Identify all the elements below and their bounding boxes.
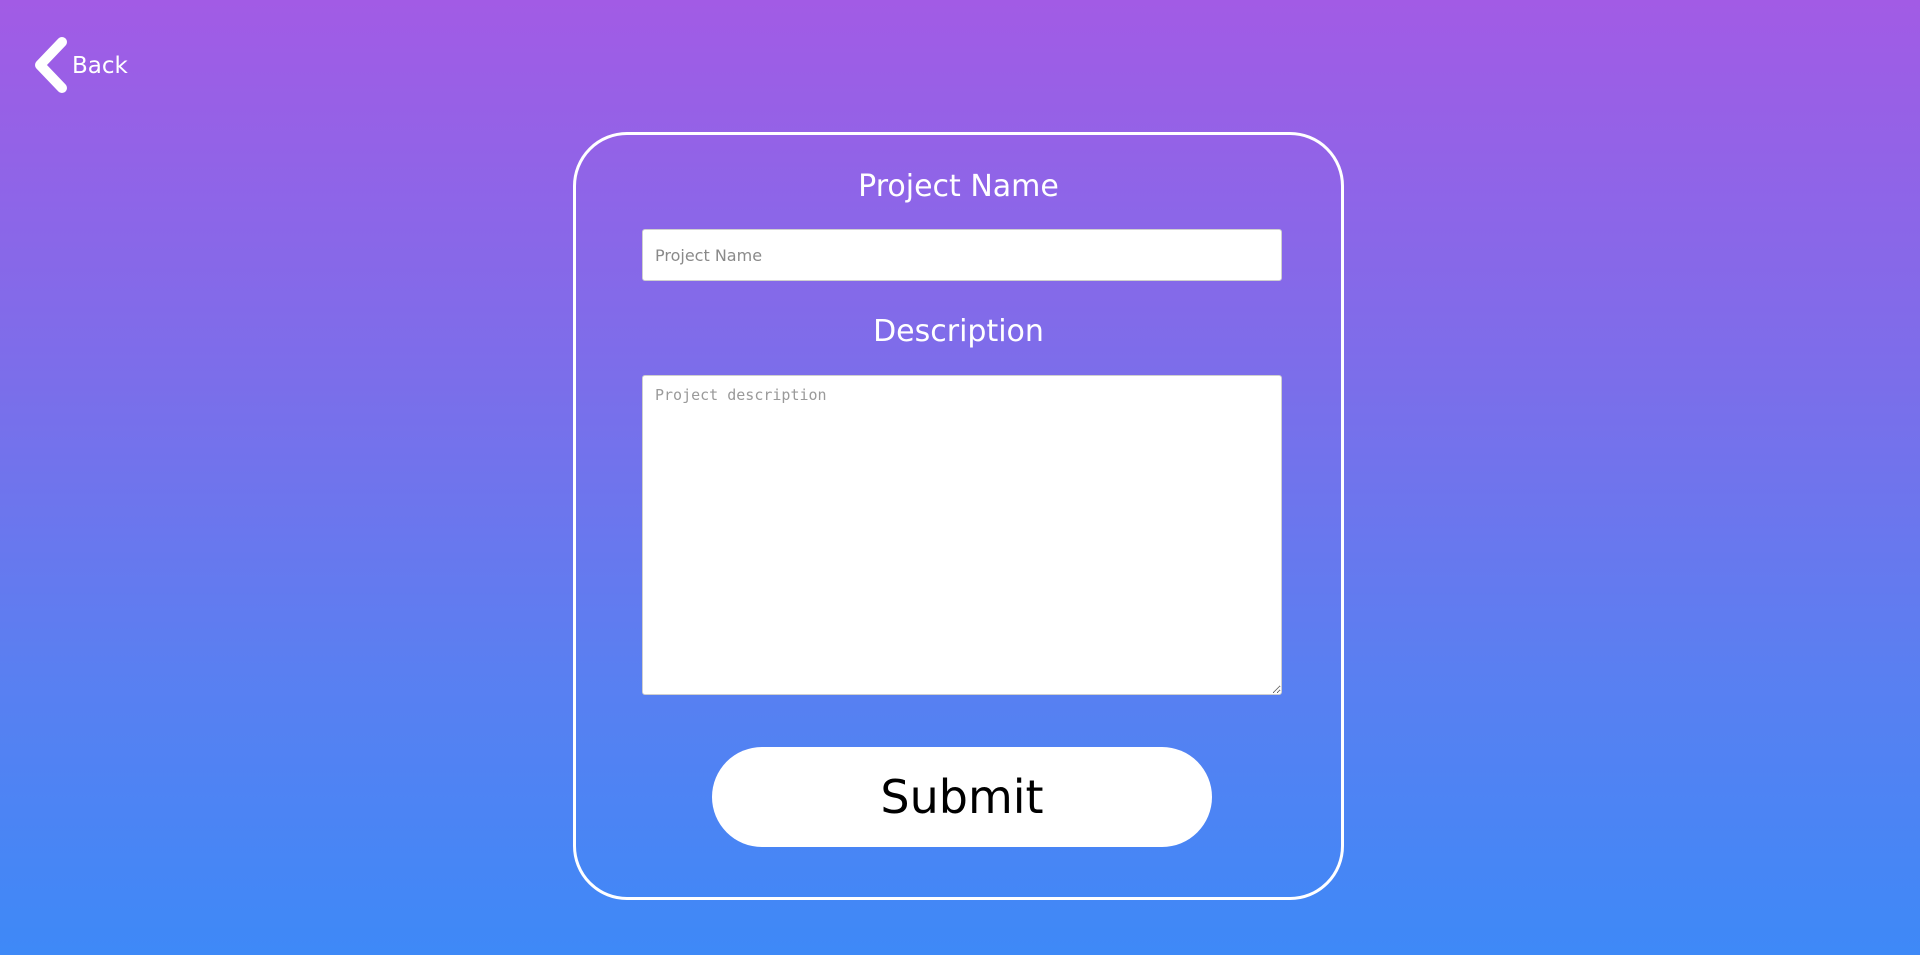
chevron-left-icon bbox=[32, 36, 70, 94]
project-name-label: Project Name bbox=[858, 169, 1059, 204]
project-form-card: Project Name Description Submit bbox=[573, 132, 1344, 900]
back-link[interactable]: Back bbox=[32, 36, 128, 94]
project-name-input[interactable] bbox=[642, 229, 1282, 281]
back-label: Back bbox=[72, 53, 128, 79]
description-textarea[interactable] bbox=[642, 375, 1282, 695]
submit-button[interactable]: Submit bbox=[712, 747, 1212, 847]
description-label: Description bbox=[873, 314, 1044, 349]
